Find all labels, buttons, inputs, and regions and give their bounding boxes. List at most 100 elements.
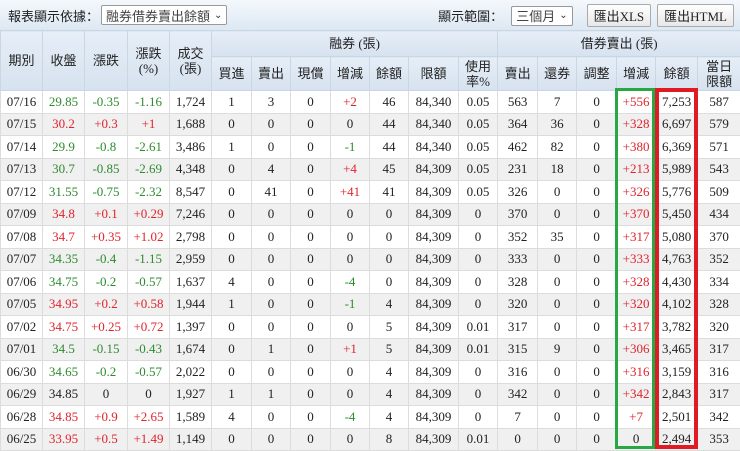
cell-sbl-daily-limit: 579 (698, 113, 740, 136)
cell-sbl-return: 82 (538, 136, 577, 159)
range-select[interactable]: 三個月⌄ (511, 6, 572, 26)
cell-sbl-change: +213 (617, 158, 656, 181)
cell-change-pct: 0 (128, 383, 170, 406)
cell-change-pct: -2.32 (128, 181, 170, 204)
cell-volume: 1,397 (170, 316, 212, 339)
cell-sbl-change: +328 (617, 271, 656, 294)
cell-change-pct: -1.16 (128, 91, 170, 114)
cell-sbl-sell: 462 (498, 136, 538, 159)
basis-select[interactable]: 融券借券賣出餘額⌄ (101, 5, 227, 25)
table-row: 06/2533.95+0.5+1.491,1490000884,3090.010… (1, 428, 740, 451)
cell-sbl-adjust: 0 (577, 428, 617, 451)
cell-sbl-sell: 0 (498, 428, 538, 451)
cell-sbl-balance: 5,989 (656, 158, 698, 181)
cell-margin-buy: 0 (212, 316, 252, 339)
cell-margin-repay: 0 (291, 113, 331, 136)
cell-change-pct: -2.61 (128, 136, 170, 159)
cell-margin-usage: 0.05 (459, 91, 498, 114)
cell-margin-usage: 0.05 (459, 181, 498, 204)
export-xls-button[interactable]: 匯出XLS (587, 4, 652, 27)
cell-date: 07/07 (1, 248, 43, 271)
cell-margin-usage: 0 (459, 406, 498, 429)
cell-margin-usage: 0 (459, 361, 498, 384)
cell-change: 0 (85, 383, 128, 406)
cell-margin-balance: 0 (370, 248, 409, 271)
header-margin-col: 餘額 (370, 57, 409, 91)
cell-margin-repay: 0 (291, 316, 331, 339)
cell-sbl-return: 9 (538, 338, 577, 361)
cell-margin-sell: 0 (252, 248, 291, 271)
cell-change-pct: -0.57 (128, 361, 170, 384)
cell-sbl-return: 0 (538, 271, 577, 294)
cell-change: +0.9 (85, 406, 128, 429)
cell-margin-sell: 41 (252, 181, 291, 204)
cell-margin-change: 0 (331, 248, 370, 271)
cell-sbl-return: 0 (538, 406, 577, 429)
cell-date: 07/14 (1, 136, 43, 159)
table-row: 07/0934.8+0.1+0.297,2460000084,309037000… (1, 203, 740, 226)
cell-margin-buy: 0 (212, 428, 252, 451)
cell-margin-sell: 0 (252, 226, 291, 249)
cell-volume: 1,688 (170, 113, 212, 136)
cell-sbl-change: +316 (617, 361, 656, 384)
table-row: 07/0634.75-0.2-0.571,637400-4084,3090328… (1, 271, 740, 294)
cell-margin-balance: 4 (370, 293, 409, 316)
cell-sbl-daily-limit: 434 (698, 203, 740, 226)
cell-margin-repay: 0 (291, 383, 331, 406)
cell-margin-limit: 84,309 (409, 158, 459, 181)
cell-close: 34.65 (43, 361, 85, 384)
cell-sbl-return: 0 (538, 316, 577, 339)
cell-margin-change: -4 (331, 406, 370, 429)
cell-sbl-sell: 320 (498, 293, 538, 316)
toolbar: 報表顯示依據： 融券借券賣出餘額⌄ 顯示範圍： 三個月⌄ 匯出XLS 匯出HTM… (0, 0, 740, 30)
cell-sbl-balance: 3,159 (656, 361, 698, 384)
cell-sbl-adjust: 0 (577, 136, 617, 159)
cell-margin-buy: 1 (212, 383, 252, 406)
cell-sbl-change: +326 (617, 181, 656, 204)
table-row: 07/1629.85-0.35-1.161,724130+24684,3400.… (1, 91, 740, 114)
cell-sbl-sell: 364 (498, 113, 538, 136)
cell-sbl-balance: 2,843 (656, 383, 698, 406)
export-html-button[interactable]: 匯出HTML (657, 4, 734, 27)
cell-margin-repay: 0 (291, 158, 331, 181)
cell-margin-sell: 0 (252, 293, 291, 316)
cell-sbl-return: 0 (538, 361, 577, 384)
cell-sbl-sell: 7 (498, 406, 538, 429)
cell-close: 34.75 (43, 271, 85, 294)
cell-date: 07/06 (1, 271, 43, 294)
cell-sbl-sell: 316 (498, 361, 538, 384)
cell-sbl-sell: 328 (498, 271, 538, 294)
cell-sbl-return: 35 (538, 226, 577, 249)
cell-margin-change: 0 (331, 428, 370, 451)
cell-sbl-sell: 317 (498, 316, 538, 339)
cell-margin-buy: 1 (212, 293, 252, 316)
cell-sbl-change: +328 (617, 113, 656, 136)
cell-sbl-return: 18 (538, 158, 577, 181)
cell-sbl-balance: 3,465 (656, 338, 698, 361)
cell-sbl-balance: 5,450 (656, 203, 698, 226)
cell-margin-repay: 0 (291, 406, 331, 429)
cell-sbl-change: +380 (617, 136, 656, 159)
header-sbl-col: 還券 (538, 57, 577, 91)
cell-margin-buy: 0 (212, 203, 252, 226)
header-sbl-col: 餘額 (656, 57, 698, 91)
cell-sbl-balance: 5,776 (656, 181, 698, 204)
header-sbl-col: 當日 限額 (698, 57, 740, 91)
cell-sbl-balance: 6,369 (656, 136, 698, 159)
cell-close: 34.5 (43, 338, 85, 361)
cell-margin-repay: 0 (291, 293, 331, 316)
header-margin-group: 融券 (張) (212, 31, 498, 57)
cell-margin-limit: 84,309 (409, 203, 459, 226)
table-row: 07/0134.5-0.15-0.431,674010+1584,3090.01… (1, 338, 740, 361)
cell-close: 30.2 (43, 113, 85, 136)
cell-volume: 1,637 (170, 271, 212, 294)
header-change: 漲跌 (85, 31, 128, 91)
cell-sbl-adjust: 0 (577, 248, 617, 271)
cell-margin-usage: 0 (459, 383, 498, 406)
cell-change-pct: +1 (128, 113, 170, 136)
cell-margin-sell: 4 (252, 158, 291, 181)
cell-sbl-balance: 4,430 (656, 271, 698, 294)
table-row: 07/1530.2+0.3+11,68800004484,3400.053643… (1, 113, 740, 136)
cell-margin-balance: 8 (370, 428, 409, 451)
cell-margin-change: +4 (331, 158, 370, 181)
